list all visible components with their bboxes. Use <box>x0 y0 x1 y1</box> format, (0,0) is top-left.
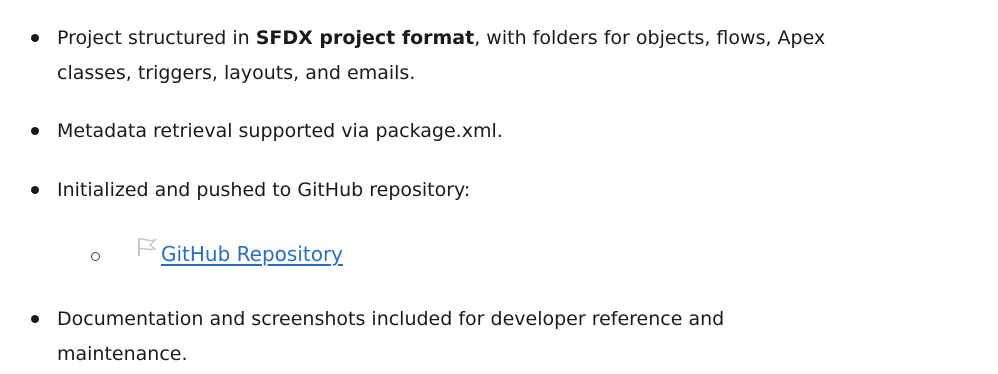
document: Project structured in SFDX project forma… <box>0 0 998 374</box>
bullet-item-3: Initialized and pushed to GitHub reposit… <box>57 179 471 201</box>
bullet-item-1-line-2: classes, triggers, layouts, and emails. <box>57 62 416 84</box>
bullet-item-4-line-2: maintenance. <box>57 343 188 365</box>
bullet-dot <box>31 127 39 135</box>
bullet-dot <box>31 34 39 42</box>
bullet-item-2: Metadata retrieval supported via package… <box>57 120 503 142</box>
bullet-1-text-pre: Project structured in <box>57 27 256 49</box>
bullet-dot <box>31 186 39 194</box>
sub-bullet-circle <box>91 252 100 261</box>
bullet-item-1-line-1: Project structured in SFDX project forma… <box>57 20 825 56</box>
flag-icon <box>136 237 158 257</box>
bullet-dot <box>31 315 39 323</box>
github-repository-link[interactable]: GitHub Repository <box>161 240 343 268</box>
bullet-1-text-bold: SFDX project format <box>255 27 475 49</box>
bullet-1-text-post: , with folders for objects, flows, Apex <box>474 27 826 49</box>
bullet-item-4-line-1: Documentation and screenshots included f… <box>57 308 725 330</box>
